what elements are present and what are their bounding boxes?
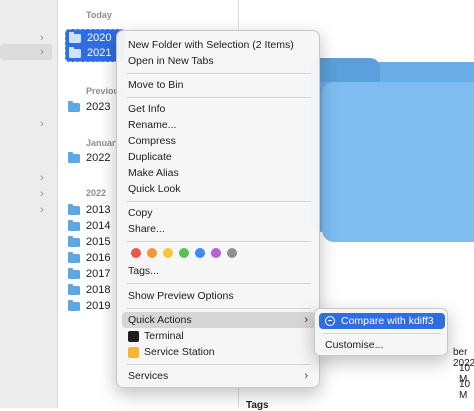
menu-separator <box>127 241 311 242</box>
section-title-today: Today <box>86 10 112 20</box>
chevron-right-icon[interactable]: › <box>40 188 44 200</box>
sidebar-selected-row[interactable] <box>0 44 52 60</box>
menu-item-label: Quick Actions <box>128 314 192 326</box>
folder-icon <box>68 151 80 163</box>
folder-item[interactable]: 2016 <box>68 250 110 266</box>
menu-item-label: Terminal <box>144 330 184 342</box>
tag-color-orange[interactable] <box>147 248 157 258</box>
menu-item-label: Compare with kdiff3 <box>341 315 434 327</box>
menu-item-label: Service Station <box>144 346 215 358</box>
folder-icon <box>68 235 80 247</box>
tag-color-grey[interactable] <box>227 248 237 258</box>
menu-item-move-to-bin[interactable]: Move to Bin <box>122 77 316 93</box>
preview-folder-tab <box>310 58 380 82</box>
menu-separator <box>127 73 311 74</box>
menu-item-copy[interactable]: Copy <box>122 205 316 221</box>
tag-color-blue[interactable] <box>195 248 205 258</box>
menu-item-rename[interactable]: Rename... <box>122 117 316 133</box>
preview-tags-label: Tags <box>246 400 269 411</box>
menu-item-duplicate[interactable]: Duplicate <box>122 149 316 165</box>
folder-icon <box>69 31 81 43</box>
menu-separator <box>127 364 311 365</box>
tag-color-red[interactable] <box>131 248 141 258</box>
folder-icon <box>68 283 80 295</box>
preview-folder-front <box>322 82 474 242</box>
menu-separator <box>127 308 311 309</box>
tag-color-green[interactable] <box>179 248 189 258</box>
menu-item-compare-with-kdiff3[interactable]: Compare with kdiff3 <box>319 313 445 329</box>
menu-item-get-info[interactable]: Get Info <box>122 101 316 117</box>
section-title-2022: 2022 <box>86 188 107 198</box>
menu-item-quick-look[interactable]: Quick Look <box>122 181 316 197</box>
menu-item-show-preview-options[interactable]: Show Preview Options <box>122 288 316 304</box>
menu-item-tags[interactable]: Tags... <box>122 263 316 279</box>
menu-item-service-station[interactable]: Service Station <box>122 344 316 360</box>
chevron-right-icon[interactable]: › <box>40 118 44 130</box>
preview-meta-row: 10 M <box>459 379 471 401</box>
folder-item[interactable]: 2018 <box>68 282 110 298</box>
folder-item[interactable]: 2020 <box>69 30 111 46</box>
folder-item[interactable]: 2013 <box>68 202 110 218</box>
folder-icon <box>68 219 80 231</box>
menu-separator <box>127 97 311 98</box>
menu-item-share[interactable]: Share... <box>122 221 316 237</box>
terminal-icon <box>128 330 139 342</box>
chevron-right-icon: › <box>304 314 308 326</box>
menu-item-terminal[interactable]: Terminal <box>122 328 316 344</box>
folder-item[interactable]: 2017 <box>68 266 110 282</box>
menu-item-services[interactable]: Services › <box>122 368 316 384</box>
menu-separator <box>127 283 311 284</box>
menu-separator <box>323 333 441 334</box>
folder-icon <box>68 299 80 311</box>
folder-item[interactable]: 2019 <box>68 298 110 314</box>
folder-item[interactable]: 2023 <box>68 99 110 115</box>
chevron-right-icon[interactable]: › <box>40 172 44 184</box>
chevron-right-icon[interactable]: › <box>40 32 44 44</box>
folder-item[interactable]: 2014 <box>68 218 110 234</box>
folder-item[interactable]: 2015 <box>68 234 110 250</box>
menu-separator <box>127 201 311 202</box>
service-station-icon <box>128 346 139 358</box>
folder-icon <box>68 203 80 215</box>
tag-color-purple[interactable] <box>211 248 221 258</box>
chevron-right-icon[interactable]: › <box>40 46 44 58</box>
menu-item-quick-actions[interactable]: Quick Actions › <box>122 312 316 328</box>
menu-item-label: Services <box>128 370 169 382</box>
compare-icon <box>325 316 335 326</box>
folder-icon <box>68 100 80 112</box>
folder-item[interactable]: 2021 <box>69 45 111 61</box>
menu-item-new-folder-with-selection[interactable]: New Folder with Selection (2 Items) <box>122 37 316 53</box>
tag-color-yellow[interactable] <box>163 248 173 258</box>
context-menu: New Folder with Selection (2 Items) Open… <box>116 30 320 388</box>
chevron-right-icon: › <box>304 370 308 382</box>
finder-sidebar: › › › › › › <box>0 0 58 408</box>
folder-item[interactable]: 2022 <box>68 150 110 166</box>
chevron-right-icon[interactable]: › <box>40 204 44 216</box>
menu-item-open-in-new-tabs[interactable]: Open in New Tabs <box>122 53 316 69</box>
folder-icon <box>68 251 80 263</box>
menu-item-make-alias[interactable]: Make Alias <box>122 165 316 181</box>
folder-icon <box>69 46 81 58</box>
folder-icon <box>68 267 80 279</box>
quick-actions-submenu: Compare with kdiff3 Customise... <box>314 308 448 356</box>
menu-item-customise[interactable]: Customise... <box>319 337 445 353</box>
menu-item-compress[interactable]: Compress <box>122 133 316 149</box>
